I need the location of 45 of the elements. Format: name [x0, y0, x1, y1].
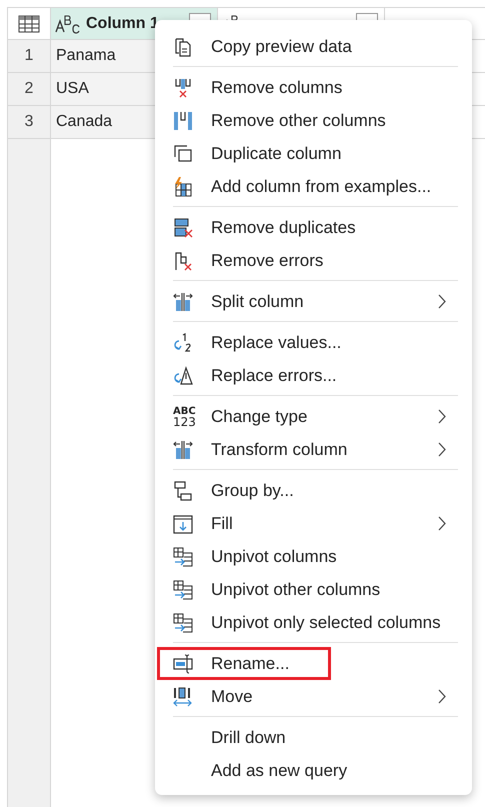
- table-icon: [18, 14, 40, 32]
- flag-x-icon: [173, 250, 193, 270]
- unpivot-icon: [173, 580, 193, 600]
- menu-item[interactable]: Duplicate column: [157, 137, 460, 170]
- duplicate-icon: [173, 144, 193, 164]
- chevron-right-icon: [438, 516, 446, 531]
- row-number: 3: [8, 106, 51, 138]
- row-number: 1: [8, 40, 51, 72]
- menu-item[interactable]: Move: [157, 680, 460, 713]
- remove-other-columns-icon: [173, 110, 193, 130]
- copy-icon: [173, 36, 193, 56]
- chevron-right-icon: [438, 294, 446, 309]
- data-type-icon: ABC 123: [173, 406, 196, 428]
- rename-icon: [173, 654, 193, 674]
- unpivot-icon: [173, 612, 193, 632]
- menu-item[interactable]: Unpivot only selected columns: [157, 606, 460, 639]
- chevron-right-icon: [438, 409, 446, 424]
- menu-item[interactable]: Fill: [157, 507, 460, 540]
- transform-column-icon: [173, 440, 193, 460]
- unpivot-icon: [173, 546, 193, 566]
- menu-item[interactable]: Replace values...: [157, 326, 460, 359]
- menu-item[interactable]: Drill down: [157, 721, 460, 754]
- fill-down-icon: [173, 514, 193, 534]
- menu-item[interactable]: Remove errors: [157, 244, 460, 277]
- move-column-icon: [173, 686, 193, 706]
- replace-errors-icon: [173, 366, 193, 386]
- menu-item[interactable]: Unpivot other columns: [157, 573, 460, 606]
- chevron-right-icon: [438, 442, 446, 457]
- row-number: 2: [8, 73, 51, 105]
- menu-item[interactable]: ABC 123 Change type: [157, 400, 460, 433]
- menu-item[interactable]: Replace errors...: [157, 359, 460, 392]
- chevron-right-icon: [438, 689, 446, 704]
- menu-item[interactable]: Group by...: [157, 474, 460, 507]
- column-lightning-icon: [173, 176, 193, 196]
- remove-duplicates-icon: [173, 218, 193, 238]
- menu-item[interactable]: Unpivot columns: [157, 540, 460, 573]
- remove-columns-icon: [173, 78, 193, 98]
- replace-values-icon: [173, 332, 193, 352]
- menu-item[interactable]: Add column from examples...: [157, 170, 460, 203]
- menu-item[interactable]: Remove duplicates: [157, 211, 460, 244]
- menu-item[interactable]: Add as new query: [157, 754, 460, 787]
- split-column-icon: [173, 292, 193, 312]
- group-by-icon: [173, 480, 193, 500]
- menu-item[interactable]: Split column: [157, 285, 460, 318]
- menu-item[interactable]: Transform column: [157, 433, 460, 466]
